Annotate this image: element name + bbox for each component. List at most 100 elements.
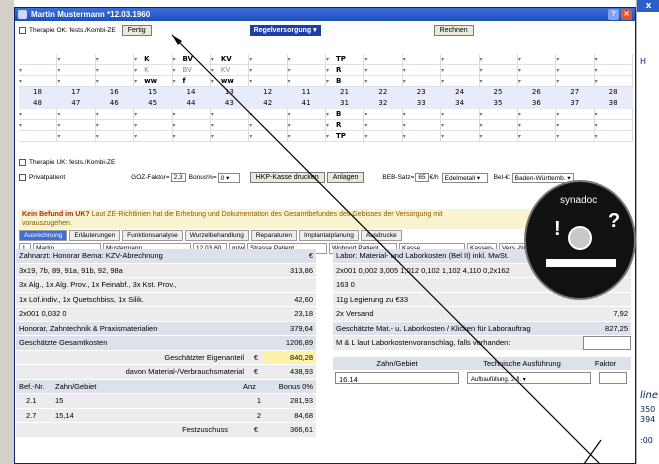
grid-cell[interactable]: B <box>326 76 365 87</box>
grid-cell[interactable] <box>249 76 288 87</box>
bel-select[interactable]: Baden-Württemb. ▾ <box>511 172 574 183</box>
grid-cell[interactable] <box>288 76 326 87</box>
grid-cell[interactable]: TP <box>326 131 365 142</box>
grid-cell[interactable] <box>595 131 633 142</box>
grid-cell[interactable] <box>480 54 518 65</box>
grid-cell[interactable] <box>134 109 173 120</box>
grid-cell[interactable] <box>211 131 250 142</box>
lower-row-tp[interactable]: TP <box>19 131 633 142</box>
grid-cell[interactable] <box>480 109 518 120</box>
grid-cell[interactable] <box>518 54 557 65</box>
grid-cell[interactable]: B <box>326 109 365 120</box>
anlagen-button[interactable]: Anlagen <box>326 172 365 183</box>
fertig-button[interactable]: Fertig <box>121 25 152 36</box>
grid-cell[interactable] <box>403 65 442 76</box>
lower-row-b[interactable]: B <box>19 109 633 120</box>
faktor-input[interactable] <box>599 372 627 384</box>
tab-erlaeuterungen[interactable]: Erläuterungen <box>69 230 121 241</box>
grid-cell[interactable] <box>556 54 595 65</box>
tab-wurzelbehandlung[interactable]: Wurzelbehandlung <box>184 230 249 241</box>
grid-cell[interactable] <box>211 109 250 120</box>
tab-funktionsanalyse[interactable]: Funktionsanalyse <box>122 230 183 241</box>
grid-cell[interactable] <box>19 131 58 142</box>
grid-cell[interactable] <box>19 109 58 120</box>
grid-cell[interactable] <box>57 54 96 65</box>
grid-cell[interactable] <box>57 131 96 142</box>
bonus-select[interactable]: 0 ▾ <box>217 172 240 183</box>
grid-cell[interactable] <box>288 54 326 65</box>
grid-cell[interactable] <box>403 76 442 87</box>
grid-cell[interactable] <box>57 65 96 76</box>
privatpatient-checkbox[interactable] <box>19 174 26 181</box>
grid-cell[interactable] <box>173 109 211 120</box>
grid-cell[interactable] <box>364 54 403 65</box>
grid-cell[interactable] <box>173 131 211 142</box>
grid-cell[interactable] <box>96 54 135 65</box>
grid-cell[interactable] <box>211 120 250 131</box>
grid-cell[interactable] <box>19 120 58 131</box>
lower-row-r[interactable]: R <box>19 120 633 131</box>
grid-cell[interactable] <box>173 120 211 131</box>
grid-cell[interactable] <box>249 54 288 65</box>
grid-cell[interactable] <box>595 76 633 87</box>
grid-cell[interactable] <box>441 131 480 142</box>
grid-cell[interactable] <box>57 76 96 87</box>
versorgung-select[interactable]: Regelversorgung ▾ <box>249 25 321 36</box>
grid-cell[interactable] <box>441 109 480 120</box>
grid-cell[interactable] <box>96 131 135 142</box>
tab-ausdrucke[interactable]: Ausdrucke <box>360 230 402 241</box>
kostenvoranschlag-input[interactable] <box>583 336 631 350</box>
grid-cell[interactable] <box>249 131 288 142</box>
grid-cell[interactable] <box>249 109 288 120</box>
grid-cell[interactable] <box>595 54 633 65</box>
grid-cell[interactable] <box>364 76 403 87</box>
grid-cell[interactable] <box>403 120 442 131</box>
grid-cell[interactable] <box>96 65 135 76</box>
grid-cell[interactable] <box>556 76 595 87</box>
grid-cell[interactable] <box>441 120 480 131</box>
grid-cell[interactable] <box>364 109 403 120</box>
grid-cell[interactable] <box>288 131 326 142</box>
grid-cell[interactable]: ww <box>134 76 173 87</box>
grid-cell[interactable] <box>364 131 403 142</box>
grid-cell[interactable] <box>57 120 96 131</box>
material-select[interactable]: Edelmetall ▾ <box>441 172 488 183</box>
grid-cell[interactable] <box>441 76 480 87</box>
grid-cell[interactable] <box>249 65 288 76</box>
upper-row-b[interactable]: ww f ww B <box>19 76 633 87</box>
grid-cell[interactable]: K <box>134 65 173 76</box>
grid-cell[interactable] <box>595 109 633 120</box>
grid-cell[interactable] <box>518 109 557 120</box>
grid-cell[interactable] <box>288 120 326 131</box>
grid-cell[interactable] <box>403 131 442 142</box>
grid-cell[interactable] <box>556 109 595 120</box>
grid-cell[interactable] <box>364 120 403 131</box>
grid-cell[interactable] <box>595 65 633 76</box>
grid-cell[interactable] <box>556 120 595 131</box>
grid-cell[interactable] <box>441 65 480 76</box>
grid-cell[interactable] <box>556 65 595 76</box>
grid-cell[interactable] <box>403 109 442 120</box>
labor-total-label[interactable]: Geschätzte Mat.- u. Laborkosten / Klicke… <box>333 321 583 335</box>
grid-cell[interactable] <box>595 120 633 131</box>
grid-cell[interactable]: BV <box>173 65 211 76</box>
grid-cell[interactable]: KV <box>211 65 250 76</box>
grid-cell[interactable]: TP <box>326 54 365 65</box>
grid-cell[interactable]: f <box>173 76 211 87</box>
grid-cell[interactable] <box>96 76 135 87</box>
grid-cell[interactable]: R <box>326 120 365 131</box>
upper-row-r[interactable]: K BV KV R <box>19 65 633 76</box>
grid-cell[interactable] <box>556 131 595 142</box>
goz-input[interactable]: 2,3 <box>170 173 186 182</box>
zahn-input[interactable]: 16.14 <box>335 372 459 384</box>
grid-cell[interactable] <box>518 131 557 142</box>
close-icon[interactable]: ✕ <box>621 9 632 20</box>
tab-implantatplanung[interactable]: Implantatplanung <box>298 230 359 241</box>
grid-cell[interactable] <box>364 65 403 76</box>
grid-cell[interactable] <box>19 54 58 65</box>
grid-cell[interactable] <box>96 120 135 131</box>
grid-cell[interactable] <box>441 54 480 65</box>
grid-cell[interactable] <box>480 65 518 76</box>
grid-cell[interactable]: KV <box>211 54 250 65</box>
grid-cell[interactable] <box>480 131 518 142</box>
